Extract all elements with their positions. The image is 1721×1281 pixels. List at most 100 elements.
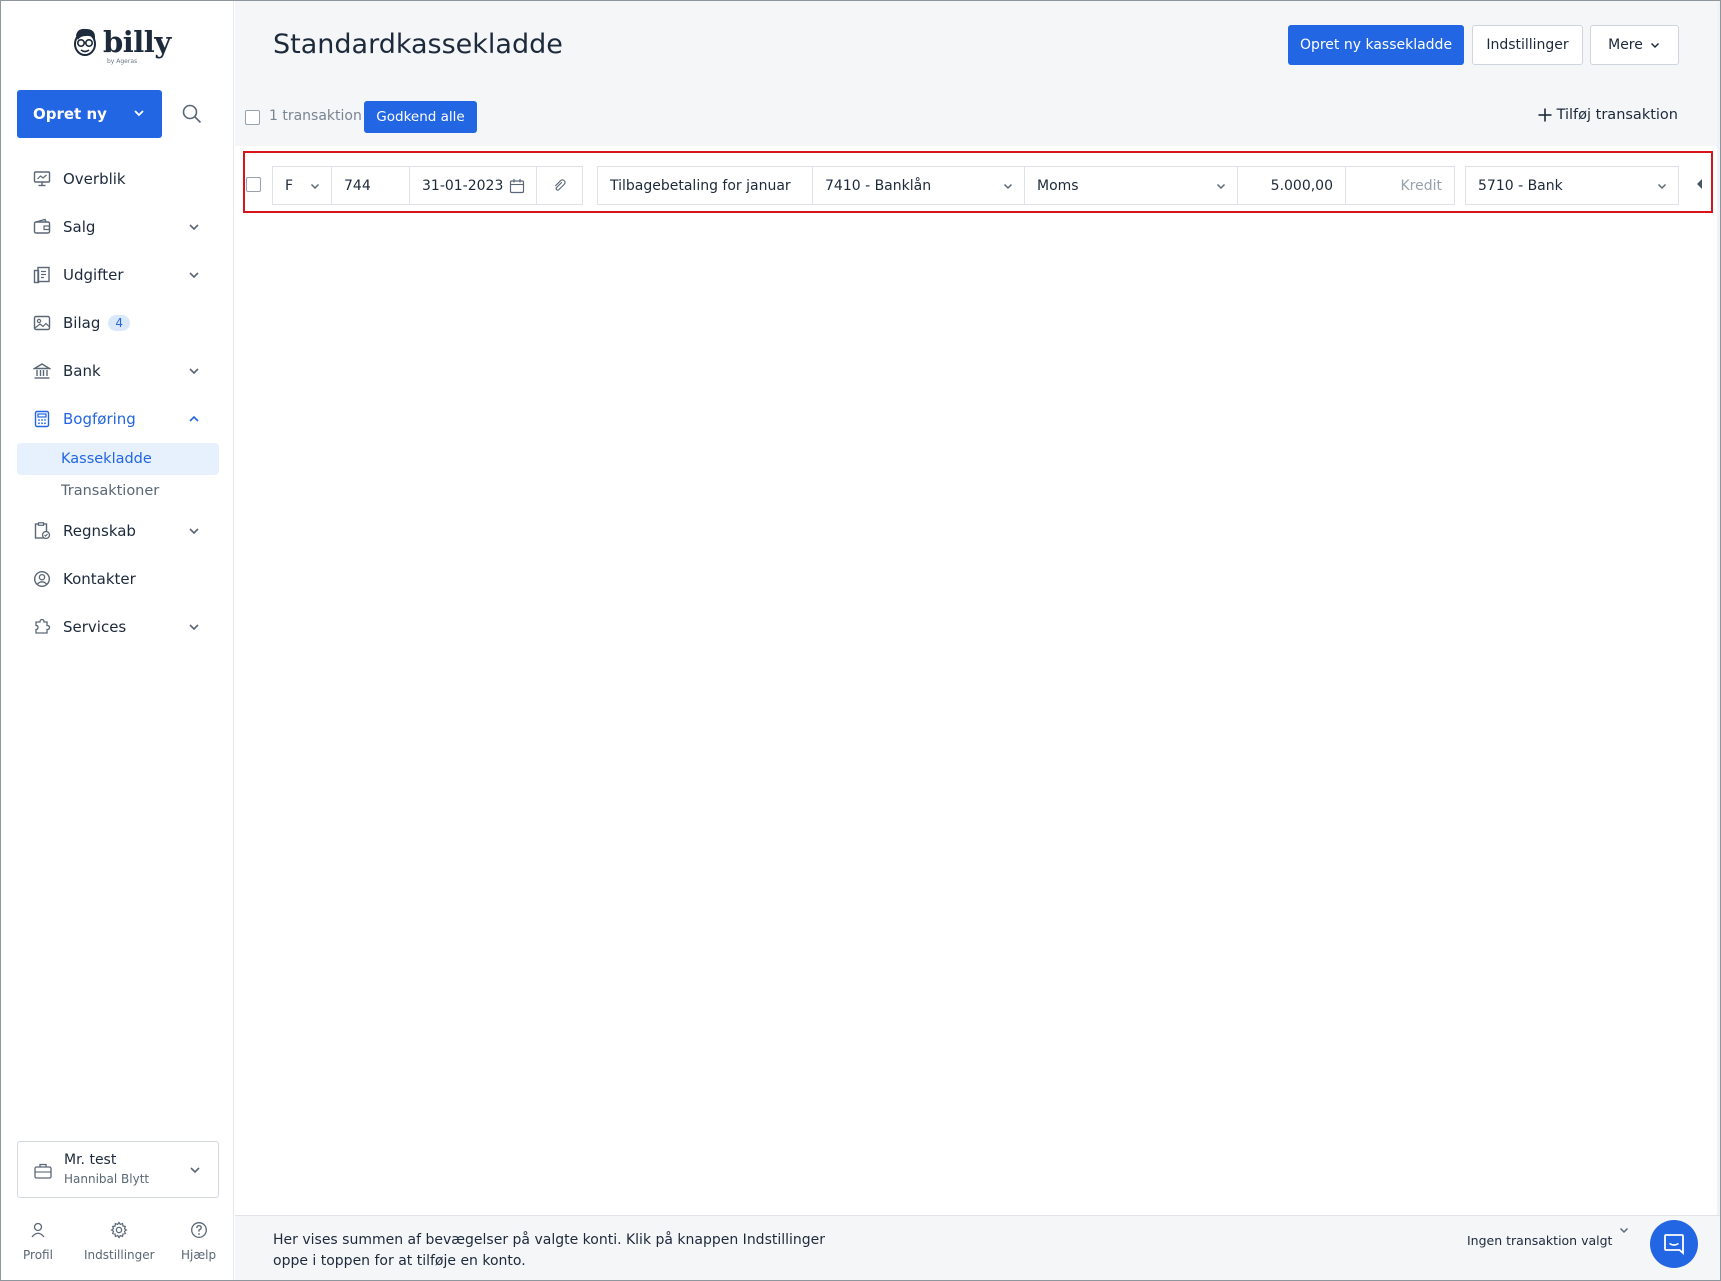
wallet-icon bbox=[33, 218, 51, 234]
sidebar-item-overblik[interactable]: Overblik bbox=[17, 155, 219, 203]
chevron-down-icon bbox=[1216, 183, 1226, 190]
add-transaction-label: Tilføj transaktion bbox=[1556, 107, 1678, 123]
help-icon bbox=[190, 1222, 207, 1238]
sidebar-bottom-nav: Profil Indstillinger Hjælp bbox=[1, 1221, 234, 1271]
sidebar: billy by Ageras Opret ny Overblik Salg U… bbox=[1, 1, 234, 1280]
help-link[interactable]: Hjælp bbox=[181, 1221, 216, 1262]
create-new-label: Opret ny bbox=[33, 105, 107, 123]
sidebar-item-label: Overblik bbox=[63, 170, 126, 188]
account-select[interactable]: 7410 - Banklån bbox=[812, 166, 1025, 205]
sidebar-item-label: Bilag bbox=[63, 314, 101, 332]
debit-input[interactable]: 5.000,00 bbox=[1237, 166, 1346, 205]
chevron-down-icon bbox=[134, 110, 144, 117]
chevron-down-icon bbox=[189, 624, 199, 631]
chevron-down-icon bbox=[189, 272, 199, 279]
sidebar-item-label: Udgifter bbox=[63, 266, 124, 284]
account-value: 7410 - Banklån bbox=[825, 177, 932, 194]
create-new-button[interactable]: Opret ny bbox=[17, 90, 162, 138]
date-value: 31-01-2023 bbox=[422, 177, 504, 194]
chevron-down-icon bbox=[1650, 42, 1659, 49]
chevron-down-icon bbox=[310, 183, 320, 190]
chevron-down-icon bbox=[189, 368, 199, 375]
sidebar-item-label: Bogføring bbox=[63, 410, 136, 428]
sidebar-item-label: Bank bbox=[63, 362, 101, 380]
create-journal-button[interactable]: Opret ny kassekladde bbox=[1288, 25, 1464, 65]
calculator-icon bbox=[34, 410, 50, 428]
vat-select[interactable]: Moms bbox=[1024, 166, 1238, 205]
description-value: Tilbagebetaling for januar bbox=[610, 177, 791, 194]
more-label: Mere bbox=[1608, 37, 1643, 53]
paperclip-icon bbox=[554, 179, 566, 191]
sidebar-item-udgifter[interactable]: Udgifter bbox=[17, 251, 219, 299]
logo-face-icon bbox=[74, 28, 96, 56]
add-transaction-button[interactable]: Tilføj transaktion bbox=[1537, 107, 1678, 123]
logo-text: billy bbox=[103, 25, 171, 59]
chevron-down-icon bbox=[189, 224, 199, 231]
profile-link[interactable]: Profil bbox=[23, 1221, 53, 1262]
credit-input[interactable]: Kredit bbox=[1345, 166, 1455, 205]
number-value: 744 bbox=[344, 177, 371, 194]
user-icon bbox=[31, 1222, 45, 1238]
page-title: Standardkassekladde bbox=[273, 29, 563, 60]
receipt-icon bbox=[33, 266, 50, 284]
sidebar-item-bank[interactable]: Bank bbox=[17, 347, 219, 395]
image-icon bbox=[33, 315, 51, 331]
chevron-down-icon[interactable] bbox=[1618, 1224, 1630, 1236]
sidebar-item-bilag[interactable]: Bilag 4 bbox=[17, 299, 219, 347]
sidebar-item-label: Kontakter bbox=[63, 570, 136, 588]
more-button[interactable]: Mere bbox=[1590, 25, 1679, 65]
report-icon bbox=[34, 522, 51, 540]
type-value: F bbox=[285, 177, 294, 194]
credit-placeholder: Kredit bbox=[1400, 177, 1442, 194]
settings-label: Indstillinger bbox=[84, 1248, 155, 1262]
chevron-down-icon bbox=[1657, 183, 1667, 190]
plus-icon bbox=[1538, 108, 1552, 122]
page-header: Standardkassekladde Opret ny kassekladde… bbox=[235, 1, 1720, 146]
sidebar-item-services[interactable]: Services bbox=[17, 603, 219, 651]
row-checkbox[interactable] bbox=[246, 177, 261, 192]
approve-all-button[interactable]: Godkend alle bbox=[364, 101, 477, 133]
company-name: Mr. test bbox=[64, 1152, 117, 1168]
profile-label: Profil bbox=[23, 1248, 53, 1262]
chevron-up-icon bbox=[189, 415, 199, 422]
selection-status: Ingen transaktion valgt bbox=[1467, 1233, 1613, 1248]
sidebar-item-salg[interactable]: Salg bbox=[17, 203, 219, 251]
sidebar-nav: Overblik Salg Udgifter Bilag 4 Bank Bogf… bbox=[17, 155, 219, 651]
vat-value: Moms bbox=[1037, 177, 1079, 194]
chevron-down-icon bbox=[1003, 183, 1013, 190]
settings-link[interactable]: Indstillinger bbox=[84, 1221, 155, 1262]
sidebar-subitem-label: Transaktioner bbox=[61, 483, 160, 499]
chat-button[interactable] bbox=[1650, 1220, 1698, 1268]
calendar-icon[interactable] bbox=[509, 178, 525, 194]
contact-icon bbox=[33, 570, 51, 588]
sidebar-subitem-transaktioner[interactable]: Transaktioner bbox=[17, 475, 219, 507]
sidebar-item-bogforing[interactable]: Bogføring bbox=[17, 395, 219, 443]
sidebar-item-kontakter[interactable]: Kontakter bbox=[17, 555, 219, 603]
gear-icon bbox=[110, 1221, 128, 1239]
contra-account-select[interactable]: 5710 - Bank bbox=[1465, 166, 1679, 205]
chevron-down-icon bbox=[190, 1167, 200, 1174]
number-input[interactable]: 744 bbox=[331, 166, 410, 205]
sidebar-item-regnskab[interactable]: Regnskab bbox=[17, 507, 219, 555]
sidebar-item-label: Regnskab bbox=[63, 522, 136, 540]
company-switcher[interactable]: Mr. test Hannibal Blytt bbox=[17, 1141, 219, 1198]
date-input[interactable]: 31-01-2023 bbox=[409, 166, 537, 205]
main-content: Standardkassekladde Opret ny kassekladde… bbox=[235, 1, 1720, 1280]
type-select[interactable]: F bbox=[272, 166, 332, 205]
select-all-checkbox[interactable] bbox=[245, 110, 260, 125]
description-input[interactable]: Tilbagebetaling for januar bbox=[597, 166, 813, 205]
sidebar-item-label: Services bbox=[63, 618, 127, 636]
search-icon[interactable] bbox=[181, 103, 203, 125]
transaction-count: 1 transaktion bbox=[269, 108, 362, 124]
scrollbar-track[interactable] bbox=[1717, 1, 1720, 1280]
billy-logo[interactable]: billy by Ageras bbox=[71, 25, 171, 65]
sidebar-subitem-label: Kassekladde bbox=[61, 451, 152, 467]
sidebar-subitem-kassekladde[interactable]: Kassekladde bbox=[17, 443, 219, 475]
bilag-count-badge: 4 bbox=[108, 315, 130, 331]
settings-button[interactable]: Indstillinger bbox=[1472, 25, 1583, 65]
debit-value: 5.000,00 bbox=[1270, 177, 1333, 194]
footer-info-text: Her vises summen af bevægelser på valgte… bbox=[273, 1232, 826, 1269]
row-expand-arrow-icon[interactable] bbox=[1697, 179, 1702, 189]
briefcase-icon bbox=[34, 1163, 52, 1179]
attachment-button[interactable] bbox=[536, 166, 583, 205]
